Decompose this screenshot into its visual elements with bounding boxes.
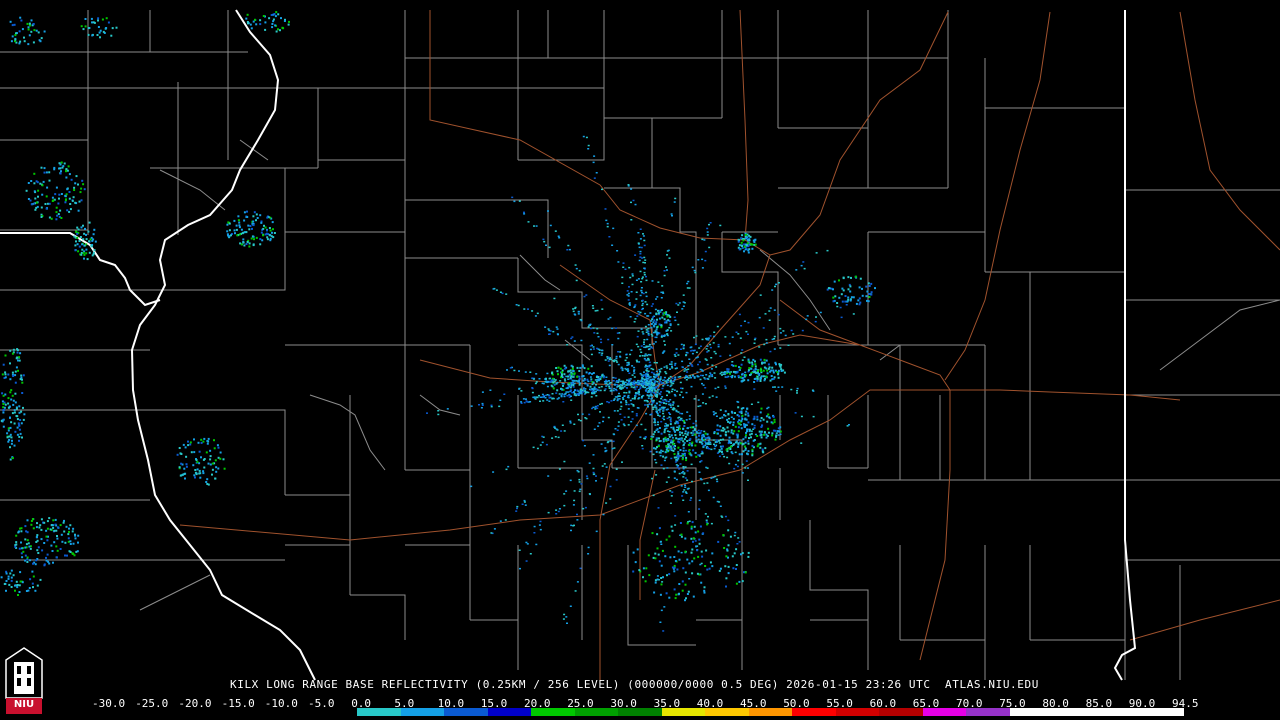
colorbar-segment <box>879 708 923 716</box>
colorbar-segment <box>1096 708 1141 716</box>
colorbar-segment <box>922 708 967 716</box>
colorbar-segment <box>487 708 532 716</box>
colorbar-segment <box>270 708 314 716</box>
colorbar-segment <box>1140 708 1184 716</box>
colorbar-segment <box>444 708 488 716</box>
colorbar-segment <box>835 708 880 716</box>
colorbar-segment <box>705 708 749 716</box>
colorbar-segment <box>661 708 706 716</box>
colorbar-segment <box>1053 708 1097 716</box>
product-caption: KILX LONG RANGE BASE REFLECTIVITY (0.25K… <box>230 678 1039 691</box>
reflectivity-colorbar <box>96 708 1184 716</box>
colorbar-segment <box>1009 708 1054 716</box>
colorbar-segment <box>357 708 401 716</box>
colorbar-segment <box>618 708 662 716</box>
colorbar-segment <box>966 708 1010 716</box>
niu-logo-text: NIU <box>13 699 35 710</box>
colorbar-segment <box>531 708 575 716</box>
radar-map <box>0 9 1280 681</box>
colorbar-segment <box>139 708 184 716</box>
colorbar-segment <box>792 708 836 716</box>
colorbar-segment <box>313 708 358 716</box>
colorbar-segment <box>574 708 619 716</box>
colorbar-segment <box>400 708 445 716</box>
colorbar-segment <box>183 708 227 716</box>
colorbar-segment <box>748 708 793 716</box>
colorbar-segment <box>96 708 140 716</box>
colorbar-segment <box>226 708 271 716</box>
